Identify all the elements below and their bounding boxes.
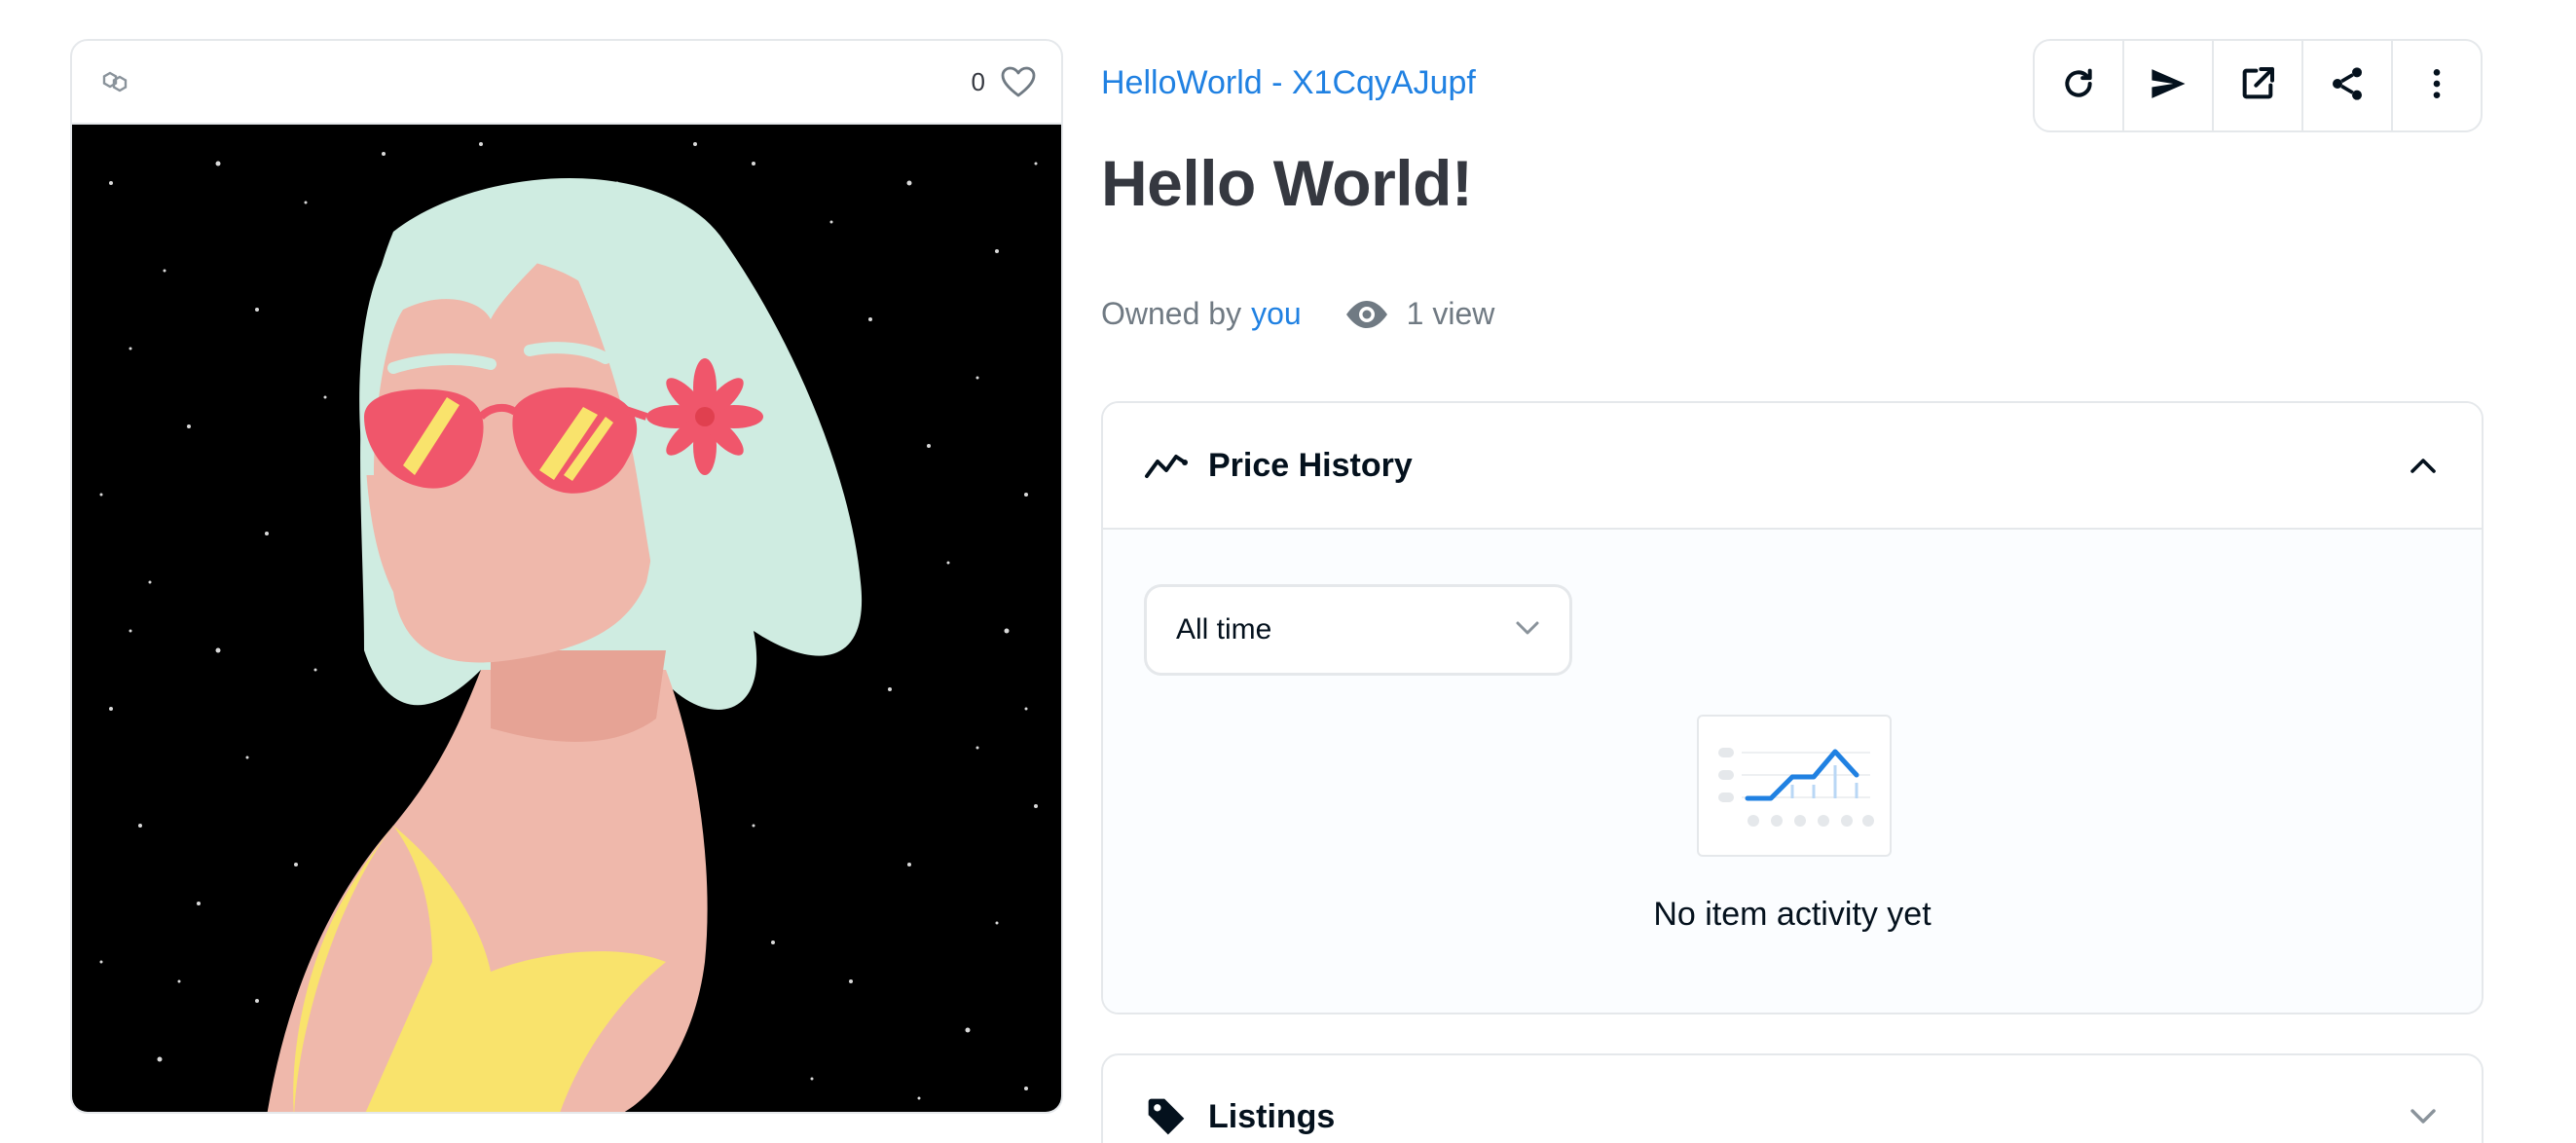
collection-link[interactable]: HelloWorld - X1CqyAJupf: [1101, 64, 1476, 102]
external-link-icon: [2238, 64, 2277, 108]
refresh-icon: [2059, 64, 2098, 108]
nft-item-page: 0 HelloWorld - X1CqyAJupf Hello World! O…: [0, 0, 2576, 1143]
share-button[interactable]: [2303, 41, 2393, 130]
empty-chart-illustration: [1697, 715, 1892, 857]
polygon-chain-icon[interactable]: [97, 64, 132, 99]
chevron-down-icon: [1515, 620, 1540, 641]
item-title: Hello World!: [1101, 147, 1473, 219]
tag-icon: [1144, 1094, 1189, 1139]
views-count-group: 1 view: [1344, 296, 1495, 332]
more-options-button[interactable]: [2393, 41, 2481, 130]
price-history-header[interactable]: Price History: [1103, 403, 2482, 530]
ownership-row: Owned by you 1 view: [1101, 296, 1494, 332]
trending-chart-icon: [1144, 443, 1189, 488]
views-count: 1 view: [1406, 296, 1495, 331]
price-history-body: All time No item activity yet: [1103, 530, 2482, 1013]
time-range-select[interactable]: All time: [1144, 584, 1572, 676]
chevron-up-icon[interactable]: [2404, 446, 2443, 485]
chevron-down-icon[interactable]: [2404, 1094, 2443, 1139]
eye-icon: [1344, 300, 1389, 329]
media-header: 0: [72, 41, 1061, 125]
empty-activity-message: No item activity yet: [1653, 896, 1932, 933]
transfer-icon: [2148, 63, 2189, 109]
external-link-button[interactable]: [2214, 41, 2303, 130]
nft-artwork-image: [72, 125, 1061, 1112]
refresh-button[interactable]: [2035, 41, 2124, 130]
more-icon: [2417, 64, 2456, 108]
price-history-panel: Price History All time No item activity …: [1101, 401, 2484, 1014]
price-history-title: Price History: [1208, 446, 1413, 484]
heart-icon[interactable]: [999, 62, 1038, 101]
favorites-count: 0: [971, 66, 985, 96]
listings-title: Listings: [1208, 1098, 1336, 1135]
listings-panel-header[interactable]: Listings: [1101, 1053, 2484, 1143]
item-toolbar: [2033, 39, 2483, 132]
owned-by-label: Owned by: [1101, 296, 1242, 331]
time-range-value: All time: [1176, 613, 1272, 645]
media-card: 0: [70, 39, 1063, 1114]
share-icon: [2328, 64, 2367, 108]
owner-link[interactable]: you: [1251, 296, 1302, 332]
favorite-group: 0: [972, 62, 1038, 101]
transfer-button[interactable]: [2124, 41, 2214, 130]
